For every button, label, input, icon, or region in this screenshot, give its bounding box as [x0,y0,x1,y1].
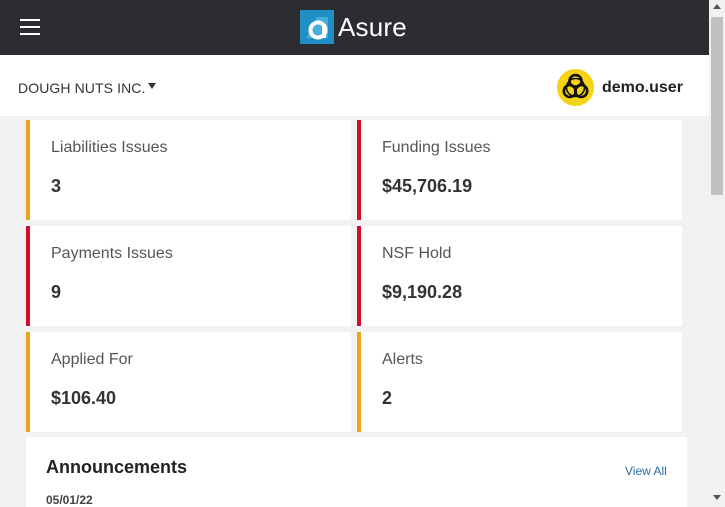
scroll-down-arrow-icon[interactable] [713,495,721,500]
card-label: Payments Issues [51,245,173,262]
brand-logo[interactable]: Asure [300,10,407,44]
card-label: Alerts [382,351,423,368]
card-alerts[interactable]: Alerts 2 [357,332,682,432]
asure-logo-icon [300,10,334,44]
card-label: NSF Hold [382,245,452,262]
view-all-link[interactable]: View All [625,464,667,478]
company-selector[interactable]: DOUGH NUTS INC. [18,80,146,96]
brand-name: Asure [338,11,407,42]
card-value: 3 [51,176,62,196]
scrollbar-thumb[interactable] [711,17,723,195]
card-liabilities-issues[interactable]: Liabilities Issues 3 [26,120,351,220]
hamburger-menu-icon[interactable] [20,19,40,35]
card-value: 9 [51,282,62,302]
announcements-title: Announcements [46,457,188,477]
card-value: 2 [382,388,393,408]
card-label: Funding Issues [382,139,491,156]
card-nsf-hold[interactable]: NSF Hold $9,190.28 [357,226,682,326]
announcement-date: 05/01/22 [46,493,93,507]
biohazard-icon[interactable] [557,69,594,106]
card-value: $106.40 [51,388,117,408]
top-navbar: Asure [0,0,709,55]
scroll-up-arrow-icon[interactable] [713,4,721,9]
card-applied-for[interactable]: Applied For $106.40 [26,332,351,432]
card-value: $45,706.19 [382,176,473,196]
username[interactable]: demo.user [602,79,683,97]
card-value: $9,190.28 [382,282,463,302]
card-payments-issues[interactable]: Payments Issues 9 [26,226,351,326]
company-bar: DOUGH NUTS INC. demo.user [0,55,709,117]
card-label: Applied For [51,351,133,368]
card-funding-issues[interactable]: Funding Issues $45,706.19 [357,120,682,220]
page-scrollbar[interactable] [709,0,725,507]
caret-down-icon[interactable] [148,83,156,89]
card-label: Liabilities Issues [51,139,168,156]
announcements-panel: Announcements View All 05/01/22 [26,437,687,507]
